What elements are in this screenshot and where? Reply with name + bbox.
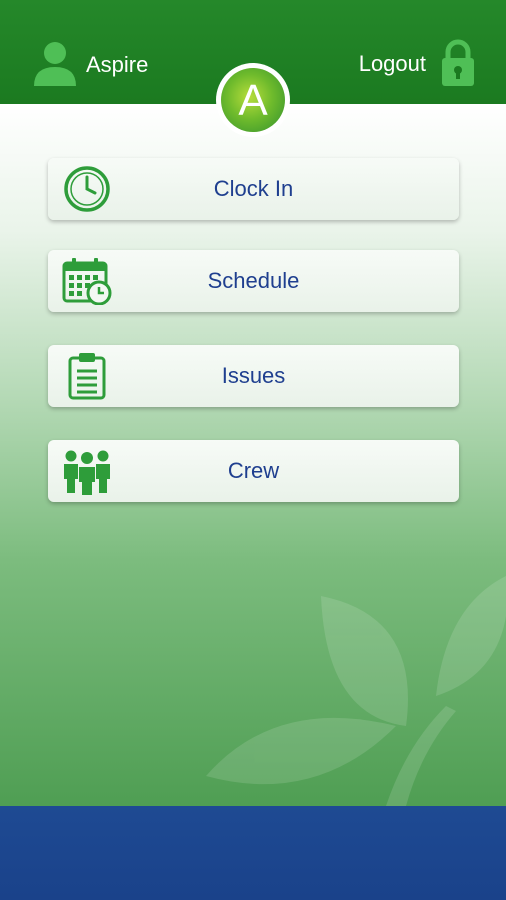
schedule-button[interactable]: Schedule — [48, 250, 459, 312]
clock-in-label: Clock In — [213, 176, 294, 201]
schedule-label: Schedule — [207, 268, 300, 293]
main-content: Clock In Schedule Issues Crew — [0, 104, 506, 806]
user-name: Aspire — [86, 52, 149, 77]
logout-button[interactable]: Logout — [359, 38, 476, 90]
app-logo: A — [216, 63, 290, 137]
footer-bar — [0, 806, 506, 900]
crew-button[interactable]: Crew — [48, 440, 459, 502]
logout-label: Logout — [358, 51, 426, 76]
user-profile[interactable]: Aspire — [32, 40, 148, 90]
leaf-watermark-icon — [206, 576, 506, 806]
crew-label: Crew — [227, 458, 280, 483]
issues-button[interactable]: Issues — [48, 345, 459, 407]
user-icon — [32, 40, 78, 91]
logo-letter: A — [238, 76, 268, 125]
lock-icon — [440, 38, 476, 91]
logo-circle: A — [221, 68, 285, 132]
issues-label: Issues — [221, 363, 286, 388]
clock-in-button[interactable]: Clock In — [48, 158, 459, 220]
